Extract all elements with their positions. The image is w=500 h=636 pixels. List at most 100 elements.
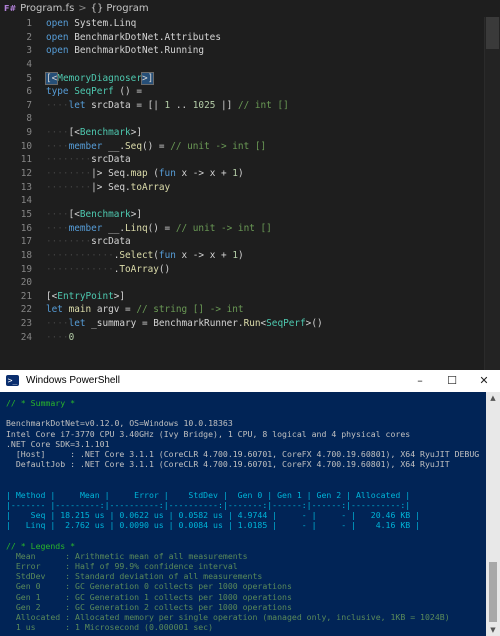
code-text[interactable]: ············.ToArray() [46,263,170,277]
code-line[interactable]: 21 [<EntryPoint>] [0,290,484,304]
code-line[interactable]: 19 ············.ToArray() [0,263,484,277]
line-number: 5 [26,72,32,84]
powershell-titlebar[interactable]: >_ Windows PowerShell – ☐ ✕ [0,370,500,392]
code-line[interactable]: 24 ····0 [0,331,484,345]
breadcrumb: F# Program.fs >{} Program [0,0,500,17]
close-button[interactable]: ✕ [468,370,500,392]
code-text[interactable]: ············.Select(fun x -> x + 1) [46,249,244,263]
console-line: DefaultJob : .NET Core 3.1.1 (CoreCLR 4.… [6,459,450,470]
powershell-icon: >_ [6,375,19,386]
line-number: 16 [20,222,32,234]
console-line: .NET Core SDK=3.1.101 [6,438,110,449]
code-text[interactable]: ········|> Seq.map (fun x -> x + 1) [46,167,244,181]
code-text[interactable]: ····[<Benchmark>] [46,208,142,222]
code-text[interactable]: ····let srcData = [| 1 .. 1025 |] // int… [46,99,289,113]
code-text[interactable]: ····[<Benchmark>] [46,126,142,140]
code-line[interactable]: 22 let main argv = // string [] -> int [0,303,484,317]
line-number: 21 [20,290,32,302]
line-number: 2 [26,31,32,43]
line-number: 13 [20,181,32,193]
code-line[interactable]: 10 ····member __.Seq() = // unit -> int [… [0,140,484,154]
code-line[interactable]: 18 ············.Select(fun x -> x + 1) [0,249,484,263]
console-line: Gen 0 : GC Generation 0 collects per 100… [6,581,292,592]
console-line: | Method | Mean | Error | StdDev | Gen 0… [6,489,411,500]
line-number: 10 [20,140,32,152]
line-number: 23 [20,318,32,330]
console-line: Error : Half of 99.9% confidence interva… [6,561,238,571]
line-number: 7 [26,99,32,111]
code-editor[interactable]: F# Program.fs >{} Program 1 open System.Linq… [0,0,500,370]
code-line[interactable]: 1 open System.Linq [0,17,484,31]
code-text[interactable]: [<MemoryDiagnoser>] [44,71,155,86]
breadcrumb-file[interactable]: Program.fs [20,3,74,14]
line-number: 20 [20,277,32,289]
console-line: // * Legends * [6,540,76,551]
code-text[interactable]: type SeqPerf () = [46,85,142,99]
code-line[interactable]: 11 ········srcData [0,153,484,167]
console-line: StdDev : Standard deviation of all measu… [6,571,263,582]
code-line[interactable]: 12 ········|> Seq.map (fun x -> x + 1) [0,167,484,181]
code-line[interactable]: 5 [<MemoryDiagnoser>] [0,71,484,86]
code-text[interactable]: ········srcData [46,235,131,249]
code-line[interactable]: 9 ····[<Benchmark>] [0,126,484,140]
console-scrollbar[interactable]: ▲ ▼ [486,392,500,636]
console-output[interactable]: // * Summary * BenchmarkDotNet=v0.12.0, O… [6,398,480,632]
line-number: 11 [20,154,32,166]
line-number: 8 [26,113,32,125]
maximize-button[interactable]: ☐ [436,370,468,392]
scrollbar-thumb[interactable] [489,562,497,622]
code-line[interactable]: 2 open BenchmarkDotNet.Attributes [0,31,484,45]
code-line[interactable]: 4 [0,58,484,72]
line-number: 24 [20,331,32,343]
line-number: 18 [20,249,32,261]
minimize-button[interactable]: – [404,370,436,392]
code-text[interactable]: ········srcData [46,153,131,167]
console-line: Mean : Arithmetic mean of all measuremen… [6,550,248,561]
code-text[interactable]: ····0 [46,331,74,345]
scroll-up-arrow-icon[interactable]: ▲ [486,392,500,404]
code-text[interactable]: ········|> Seq.toArray [46,181,170,195]
code-text[interactable]: open BenchmarkDotNet.Attributes [46,31,221,45]
line-number: 12 [20,168,32,180]
code-line[interactable]: 15 ····[<Benchmark>] [0,208,484,222]
console-line: Intel Core i7-3770 CPU 3.40GHz (Ivy Brid… [6,428,411,439]
fsharp-file-icon: F# [4,4,17,13]
console-line: // * Summary * [6,398,76,408]
console-line: Allocated : Allocated memory per single … [6,611,450,622]
console-line: [Host] : .NET Core 3.1.1 (CoreCLR 4.700.… [6,448,480,459]
code-line[interactable]: 17 ········srcData [0,235,484,249]
code-text[interactable]: ····member __.Seq() = // unit -> int [] [46,140,266,154]
code-text[interactable]: open System.Linq [46,17,136,31]
code-line[interactable]: 6 type SeqPerf () = [0,85,484,99]
code-lines[interactable]: 1 open System.Linq 2 open BenchmarkDotNet.A… [0,17,484,344]
code-line[interactable]: 16 ····member __.Linq() = // unit -> int … [0,222,484,236]
console-line: | Seq | 18.215 us | 0.0622 us | 0.0582 u… [6,510,421,521]
code-line[interactable]: 3 open BenchmarkDotNet.Running [0,44,484,58]
minimap[interactable] [484,17,500,370]
code-line[interactable]: 23 ····let _summary = BenchmarkRunner.Run… [0,317,484,331]
breadcrumb-symbol[interactable]: Program [106,3,148,14]
code-line[interactable]: 7 ····let srcData = [| 1 .. 1025 |] // in… [0,99,484,113]
line-number: 4 [26,58,32,70]
code-text[interactable]: open BenchmarkDotNet.Running [46,44,204,58]
scroll-down-arrow-icon[interactable]: ▼ [486,624,500,636]
line-number: 1 [26,18,32,29]
code-text[interactable]: ····member __.Linq() = // unit -> int [] [46,222,272,236]
chevron-right-icon: > [78,3,87,14]
code-text[interactable]: [<EntryPoint>] [46,290,125,304]
line-number: 6 [26,86,32,98]
code-text[interactable]: let main argv = // string [] -> int [46,303,244,317]
line-number: 3 [26,45,32,57]
code-line[interactable]: 20 [0,276,484,290]
line-number: 14 [20,195,32,207]
code-line[interactable]: 13 ········|> Seq.toArray [0,181,484,195]
powershell-window[interactable]: >_ Windows PowerShell – ☐ ✕ // * Summary… [0,370,500,636]
code-text[interactable]: ····let _summary = BenchmarkRunner.Run<S… [46,317,323,331]
code-line[interactable]: 14 [0,194,484,208]
minimap-slider[interactable] [486,17,499,49]
console-line: 1 us : 1 Microsecond (0.000001 sec) [6,622,214,632]
line-number: 19 [20,263,32,275]
code-line[interactable]: 8 [0,112,484,126]
line-number: 17 [20,236,32,248]
